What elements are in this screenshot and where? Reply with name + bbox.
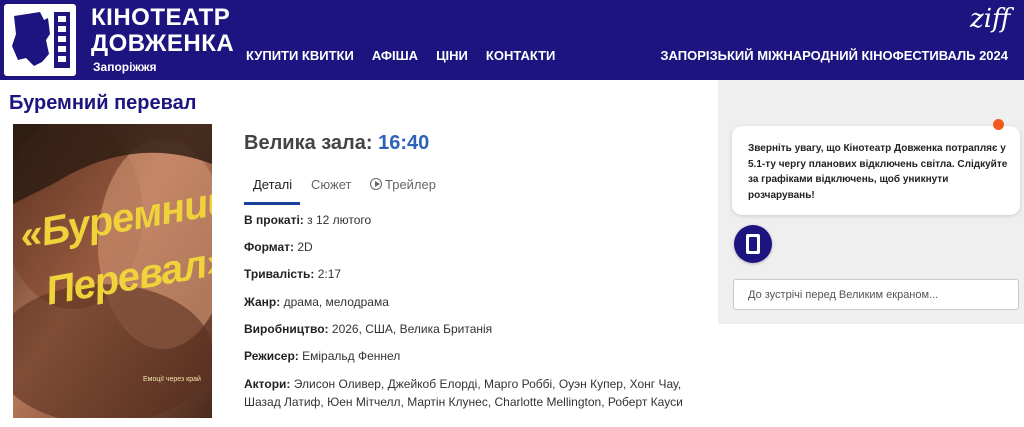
play-circle-icon [370, 178, 382, 190]
power-outage-notice: Зверніть увагу, що Кінотеатр Довженка по… [732, 126, 1020, 215]
main-nav: КУПИТИ КВИТКИ АФІША ЦІНИ КОНТАКТИ [246, 48, 555, 63]
tab-details[interactable]: Деталі [253, 177, 292, 192]
tab-trailer[interactable]: Трейлер [370, 177, 436, 192]
detail-cast: Актори: Элисон Оливер, Джейкоб Елорді, М… [244, 377, 683, 409]
site-header: КІНОТЕАТР ДОВЖЕНКА Запоріжжя КУПИТИ КВИТ… [0, 0, 1024, 80]
movie-poster[interactable]: «Буремний Перевал» Емоції через край [13, 124, 212, 418]
nav-prices[interactable]: ЦІНИ [436, 48, 468, 63]
detail-director: Режисер: Еміральд Феннел [244, 349, 401, 363]
tab-plot[interactable]: Сюжет [311, 177, 351, 192]
notification-dot-icon [993, 119, 1004, 130]
detail-production: Виробництво: 2026, США, Велика Британія [244, 322, 493, 336]
festival-logo[interactable]: ziff [970, 4, 1010, 34]
session-heading: Велика зала: 16:40 [244, 132, 429, 155]
tab-trailer-label: Трейлер [385, 177, 436, 192]
chat-input[interactable] [733, 279, 1019, 310]
detail-duration: Тривалість: 2:17 [244, 267, 342, 281]
nav-buy-tickets[interactable]: КУПИТИ КВИТКИ [246, 48, 354, 63]
session-time[interactable]: 16:40 [378, 132, 429, 154]
nav-schedule[interactable]: АФІША [372, 48, 418, 63]
chat-avatar-icon[interactable] [734, 225, 772, 263]
brand-name-line2: ДОВЖЕНКА [91, 30, 235, 57]
movie-tabs: Деталі Сюжет Трейлер [244, 168, 704, 206]
hall-label: Велика зала: [244, 132, 373, 154]
cinema-map-icon [12, 12, 70, 68]
movie-title: Буремний перевал [9, 92, 197, 114]
festival-link[interactable]: ЗАПОРІЗЬКИЙ МІЖНАРОДНИЙ КІНОФЕСТИВАЛЬ 20… [660, 48, 1008, 63]
brand-name-line1: КІНОТЕАТР [91, 4, 231, 31]
nav-contacts[interactable]: КОНТАКТИ [486, 48, 556, 63]
detail-release: В прокаті: з 12 лютого [244, 213, 372, 227]
poster-tagline: Емоції через край [143, 376, 201, 383]
active-tab-indicator [244, 202, 300, 205]
brand-city: Запоріжжя [93, 60, 157, 74]
cinema-logo[interactable] [4, 4, 76, 76]
detail-format: Формат: 2D [244, 240, 313, 254]
detail-genre: Жанр: драма, мелодрама [244, 295, 389, 309]
